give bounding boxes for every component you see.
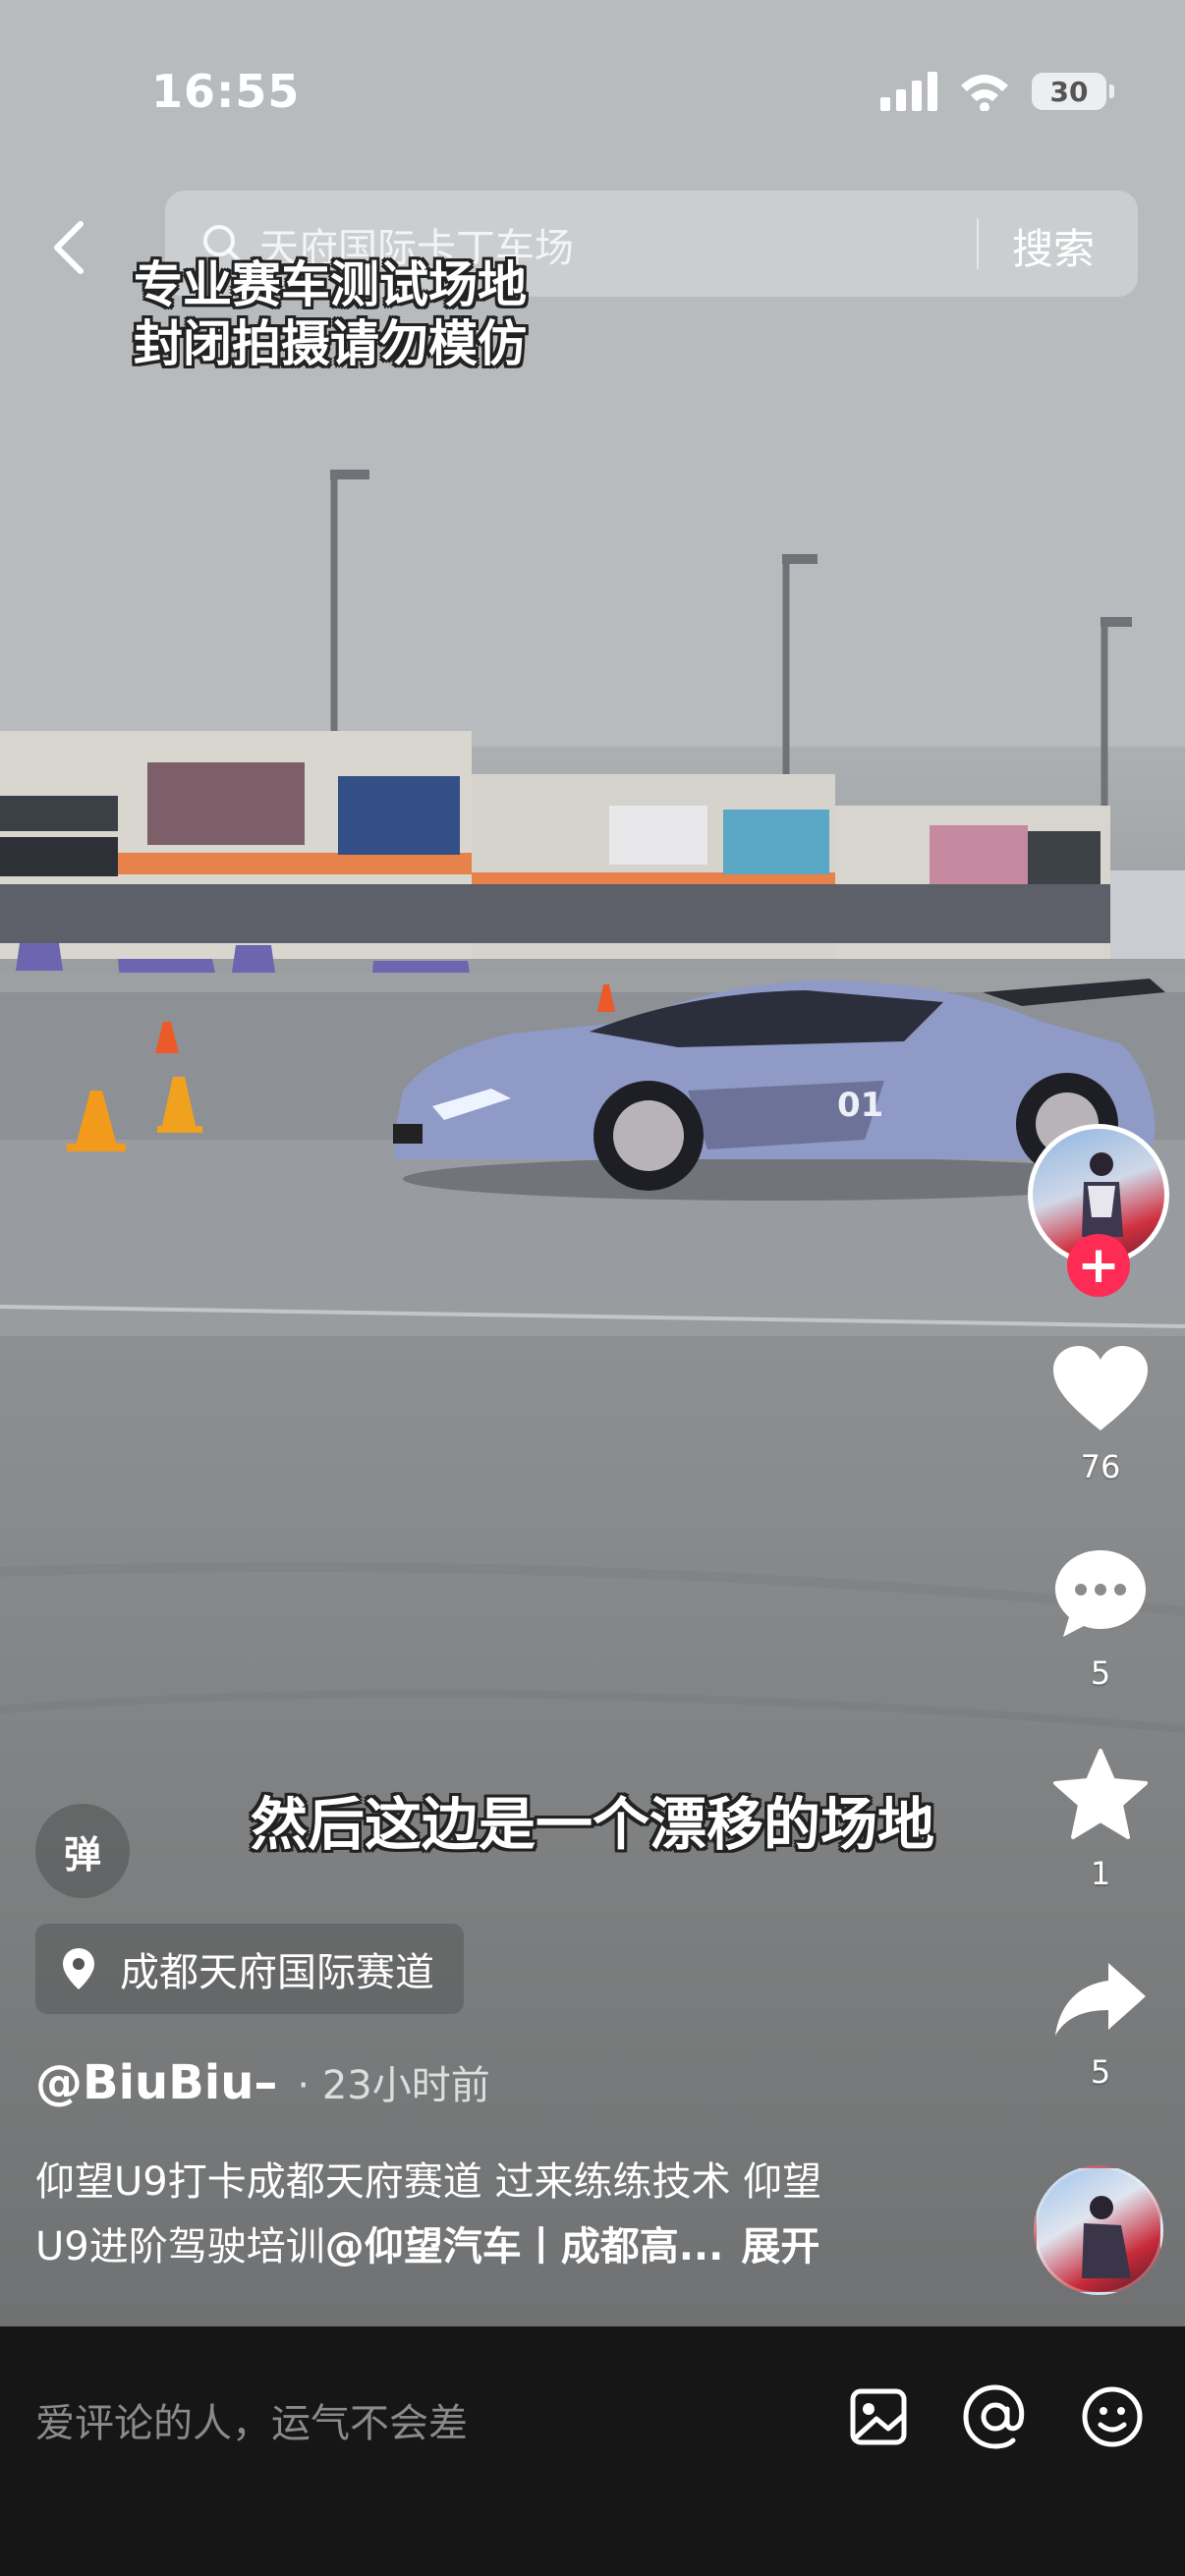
follow-button[interactable]: + [1067,1234,1130,1297]
like-action[interactable]: 76 [1042,1344,1159,1485]
comment-count: 5 [1090,1654,1111,1692]
cellular-signal-icon [880,72,937,111]
expand-button[interactable]: 展开 [741,2224,819,2269]
favorite-count: 1 [1090,1855,1111,1892]
like-count: 76 [1080,1448,1121,1485]
battery-indicator: 30 [1032,73,1114,110]
description-line2-text: U9进阶驾驶培训 [35,2224,325,2269]
music-cover-icon [1082,2196,1131,2278]
mention-link[interactable]: @仰望汽车丨成都高... [325,2224,724,2269]
star-icon [1053,1749,1148,1839]
post-time: · 23小时前 [297,2063,490,2108]
location-name: 成都天府国际赛道 [120,1950,434,1995]
emoji-icon[interactable] [1073,2378,1152,2456]
chevron-left-icon [54,221,84,274]
overlay-caption-line2: 封闭拍摄请勿模仿 [134,315,527,372]
search-button[interactable]: 搜索 [1012,216,1095,276]
danmaku-label: 弹 [63,1832,101,1876]
video-subtitle: 然后这边是一个漂移的场地 [250,1791,934,1858]
heart-icon [1053,1346,1148,1430]
comment-input[interactable]: 爱评论的人，运气不会差 [35,2391,468,2448]
author-name[interactable]: @BiuBiu– [35,2055,277,2110]
grandstand-buildings [0,731,1185,959]
wifi-icon [961,75,1008,111]
favorite-action[interactable]: 1 [1042,1749,1159,1892]
back-button[interactable] [39,208,98,287]
location-pin-icon [63,1948,94,1989]
car-number: 01 [837,1086,883,1125]
danmaku-toggle-button[interactable]: 弹 [35,1804,130,1898]
video-overlay-caption: 专业赛车测试场地 封闭拍摄请勿模仿 [134,255,527,373]
comment-icon [1055,1550,1146,1637]
location-tag[interactable]: 成都天府国际赛道 [35,1924,464,2014]
video-description[interactable]: 仰望U9打卡成都天府赛道 过来练练技术 仰望 U9进阶驾驶培训@仰望汽车丨成都高… [35,2150,979,2279]
search-divider [977,218,979,269]
mention-at-icon[interactable] [956,2378,1035,2456]
description-line2: U9进阶驾驶培训@仰望汽车丨成都高... 展开 [35,2214,979,2279]
author-avatar-group[interactable]: + [1028,1124,1169,1297]
comment-action[interactable]: 5 [1042,1546,1159,1692]
music-disc[interactable] [1034,2165,1163,2295]
share-count: 5 [1090,2053,1111,2091]
overlay-caption-line1: 专业赛车测试场地 [134,256,527,313]
image-icon[interactable] [839,2378,918,2456]
share-arrow-icon [1055,1963,1146,2036]
author-line: @BiuBiu– · 23小时前 [35,2053,490,2110]
share-action[interactable]: 5 [1042,1961,1159,2091]
battery-level: 30 [1049,75,1089,108]
status-icons: 30 [880,69,1114,114]
description-line1: 仰望U9打卡成都天府赛道 过来练练技术 仰望 [35,2159,822,2205]
comment-bar: 爱评论的人，运气不会差 [0,2326,1185,2576]
status-time: 16:55 [151,65,301,118]
